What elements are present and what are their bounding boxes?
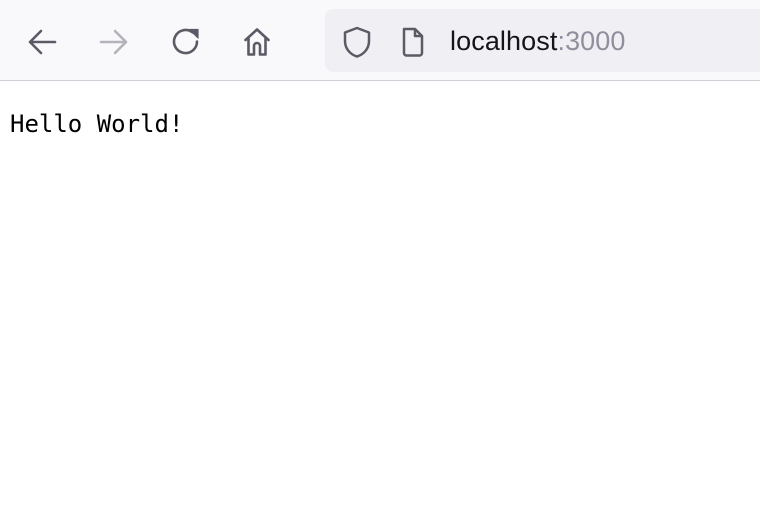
- url-text[interactable]: localhost:3000: [450, 25, 626, 57]
- home-icon: [244, 28, 270, 56]
- forward-button[interactable]: [94, 22, 134, 62]
- page-body-text: Hello World!: [10, 110, 184, 138]
- page-icon: [402, 27, 424, 57]
- address-bar[interactable]: localhost:3000: [325, 9, 760, 72]
- navigation-toolbar: localhost:3000: [0, 0, 760, 81]
- arrow-left-icon: [28, 29, 57, 55]
- shield-icon: [343, 26, 371, 58]
- page-content: Hello World!: [0, 81, 760, 506]
- reload-button[interactable]: [166, 22, 206, 62]
- browser-window: localhost:3000 Hello World!: [0, 0, 760, 506]
- home-button[interactable]: [237, 22, 277, 62]
- url-host: localhost: [450, 26, 558, 56]
- reload-icon: [172, 28, 199, 55]
- url-port: :3000: [557, 26, 626, 56]
- arrow-right-icon: [99, 29, 128, 55]
- site-security-button[interactable]: [341, 25, 373, 59]
- back-button[interactable]: [22, 22, 62, 62]
- page-info-button[interactable]: [399, 26, 427, 58]
